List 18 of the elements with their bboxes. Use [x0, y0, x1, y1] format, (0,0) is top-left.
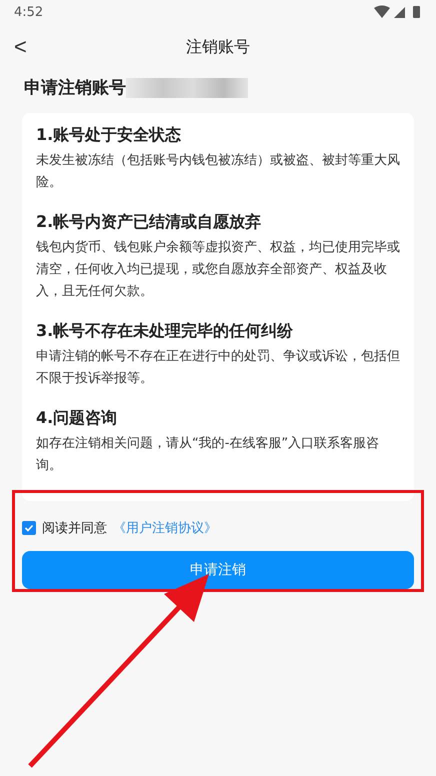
page-title: 注销账号: [186, 36, 250, 58]
status-icons: [374, 5, 422, 19]
agreement-link[interactable]: 《用户注销协议》: [113, 519, 217, 537]
condition-text: 钱包内货币、钱包账户余额等虚拟资产、权益，均已使用完毕或清空，任何收入均已提现，或您自愿放弃全部资产、权益及收入，且无任何欠款。: [36, 239, 400, 301]
condition-title: 2.帐号内资产已结清或自愿放弃: [36, 212, 262, 233]
status-time: 4:52: [14, 4, 44, 20]
condition-text: 如存在注销相关问题，请从“我的-在线客服”入口联系客服咨询。: [36, 435, 380, 475]
section-heading: 申请注销账号: [24, 77, 126, 99]
condition-title: 1.账号处于安全状态: [36, 125, 182, 146]
submit-button[interactable]: 申请注销: [22, 551, 414, 589]
agree-label: 阅读并同意: [42, 520, 107, 537]
back-button[interactable]: <: [14, 34, 27, 60]
agree-checkbox[interactable]: [22, 521, 36, 535]
condition-text: 申请注销的帐号不存在正在进行中的处罚、争议或诉讼，包括但不限于投诉举报等。: [36, 348, 400, 388]
condition-text: 未发生被冻结（包括账号内钱包被冻结）或被盗、被封等重大风险。: [36, 152, 400, 192]
condition-title: 3.帐号不存在未处理完毕的任何纠纷: [36, 321, 294, 342]
check-icon: [24, 523, 34, 533]
condition-title: 4.问题咨询: [36, 408, 118, 429]
